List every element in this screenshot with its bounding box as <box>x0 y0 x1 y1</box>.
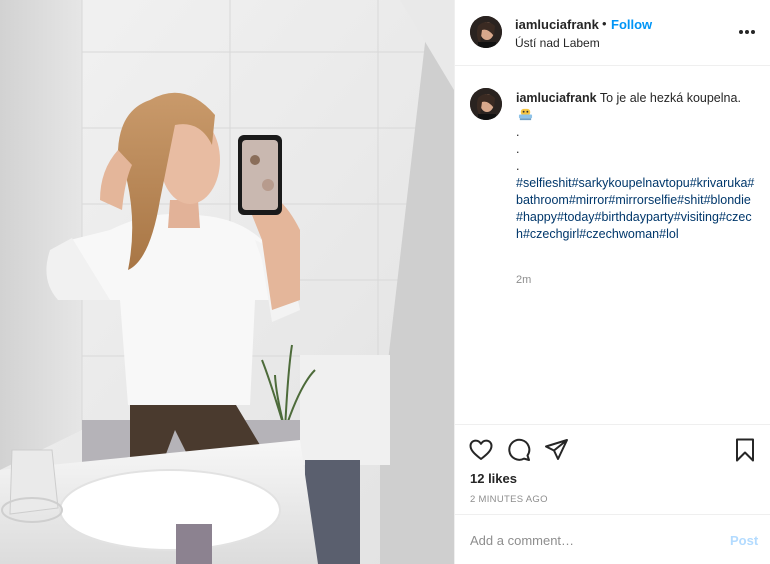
caption-author-avatar[interactable] <box>470 88 502 120</box>
profile-avatar-icon <box>470 16 502 48</box>
comments-section: iamluciafrank To je ale hezká koupelna. … <box>455 66 770 424</box>
post-actions: 12 likes 2 minutes ago <box>455 424 770 514</box>
add-comment-bar: Post <box>455 514 770 564</box>
caption-dot-line: . <box>516 142 520 156</box>
profile-avatar-icon <box>470 88 502 120</box>
hashtag-link[interactable]: #mirror <box>569 193 609 207</box>
caption-text: To je ale hezká koupelna. <box>599 91 741 105</box>
mirror-selfie-image <box>0 0 454 564</box>
post-comment-button[interactable]: Post <box>730 533 758 548</box>
author-username[interactable]: iamluciafrank <box>515 17 599 32</box>
hashtag-link[interactable]: #selfieshit <box>516 176 572 190</box>
caption-dot-line: . <box>516 159 520 173</box>
hashtag-link[interactable]: #shit <box>677 193 703 207</box>
post-photo[interactable] <box>0 0 454 564</box>
hashtag-link[interactable]: #happy <box>516 210 557 224</box>
hashtag-link[interactable]: #blondie <box>704 193 751 207</box>
hashtag-link[interactable]: #czechwoman <box>579 227 659 241</box>
more-horizontal-icon[interactable] <box>739 30 755 36</box>
post-location[interactable]: Ústí nad Labem <box>515 36 600 50</box>
paper-plane-icon[interactable] <box>544 437 570 463</box>
hashtag-list: #selfieshit#sarkykoupelnavtopu#krivaruka… <box>516 175 756 243</box>
post-header: iamluciafrank • Follow Ústí nad Labem <box>455 0 770 66</box>
heart-icon[interactable] <box>468 437 494 463</box>
posted-time: 2 minutes ago <box>470 494 548 505</box>
hashtag-link[interactable]: #today <box>557 210 595 224</box>
likes-count[interactable]: 12 likes <box>470 471 517 486</box>
comment-input[interactable] <box>470 529 710 551</box>
caption-dot-line: . <box>516 125 520 139</box>
instagram-post: iamluciafrank • Follow Ústí nad Labem ia… <box>0 0 770 564</box>
header-separator: • <box>602 16 607 31</box>
post-caption: iamluciafrank To je ale hezká koupelna. … <box>516 90 756 243</box>
hashtag-link[interactable]: #czechgirl <box>523 227 579 241</box>
comment-bubble-icon[interactable] <box>506 437 532 463</box>
author-avatar[interactable] <box>470 16 502 48</box>
caption-username[interactable]: iamluciafrank <box>516 91 597 105</box>
bathtub-emoji-icon <box>518 108 533 121</box>
hashtag-link[interactable]: #sarkykoupelnavtopu <box>572 176 690 190</box>
hashtag-link[interactable]: #birthdayparty <box>595 210 674 224</box>
caption-timestamp[interactable]: 2m <box>516 274 531 286</box>
hashtag-link[interactable]: #visiting <box>674 210 719 224</box>
post-side-panel: iamluciafrank • Follow Ústí nad Labem ia… <box>454 0 770 564</box>
follow-button[interactable]: Follow <box>611 17 652 32</box>
hashtag-link[interactable]: #krivaruka <box>690 176 748 190</box>
hashtag-link[interactable]: #lol <box>659 227 678 241</box>
hashtag-link[interactable]: #mirrorselfie <box>608 193 677 207</box>
bookmark-icon[interactable] <box>732 437 758 463</box>
